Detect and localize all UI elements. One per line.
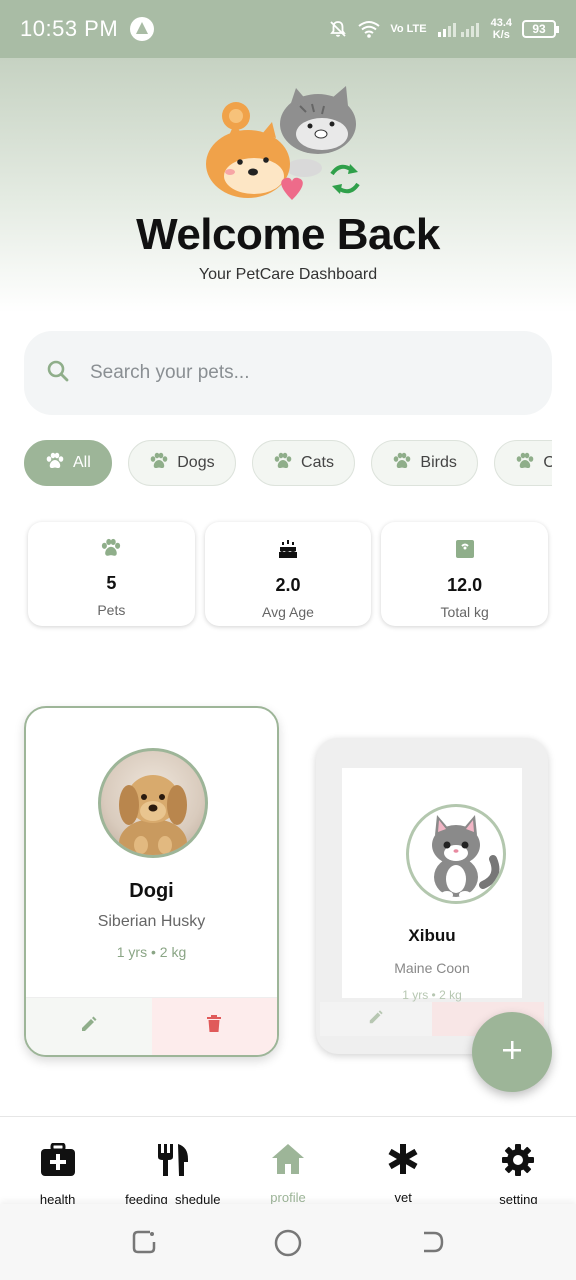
home-icon — [271, 1143, 305, 1180]
nav-label: profile — [270, 1190, 306, 1205]
plus-icon — [500, 1038, 524, 1067]
network-speed-unit: K/s — [492, 29, 510, 41]
paw-icon — [149, 452, 169, 475]
asterisk-icon — [387, 1143, 419, 1180]
paw-icon — [273, 452, 293, 475]
edit-button[interactable] — [320, 1002, 432, 1036]
network-speed: 43.4 K/s — [491, 17, 512, 41]
trash-icon — [206, 1015, 222, 1038]
gear-icon — [501, 1143, 535, 1182]
nav-item-feeding[interactable]: feeding_shedule — [115, 1117, 230, 1207]
pet-card-actions — [26, 997, 277, 1055]
pets-illustration — [206, 86, 360, 200]
paw-icon — [515, 452, 535, 475]
stat-label: Total kg — [440, 604, 489, 620]
nav-item-setting[interactable]: setting — [461, 1117, 576, 1207]
paw-icon — [100, 538, 122, 563]
nav-label: vet — [394, 1190, 412, 1205]
scale-icon — [454, 538, 476, 565]
stats-row: 5 Pets 2.0 Avg Age 12.0 Total kg — [28, 522, 549, 626]
pet-name: Dogi — [129, 880, 174, 902]
delete-button[interactable] — [151, 998, 277, 1055]
status-icons: Vo LTE 43.4 K/s 93 — [328, 17, 559, 41]
nav-item-profile[interactable]: profile — [230, 1117, 345, 1205]
pencil-icon — [80, 1015, 98, 1038]
filter-chip-others[interactable]: Oth — [494, 440, 552, 486]
add-pet-button[interactable] — [472, 1012, 552, 1092]
nav-item-vet[interactable]: vet — [346, 1117, 461, 1205]
filter-chip-label: Oth — [543, 454, 552, 471]
header: Welcome Back Your PetCare Dashboard — [0, 58, 576, 313]
medical-kit-icon — [40, 1142, 76, 1182]
filter-chip-cats[interactable]: Cats — [252, 440, 355, 486]
stat-label: Pets — [97, 602, 126, 618]
filter-chip-label: Dogs — [177, 454, 215, 471]
pet-card[interactable]: Dogi Siberian Husky 1 yrs • 2 kg — [24, 706, 279, 1057]
paw-icon — [45, 452, 65, 475]
search-input[interactable] — [90, 362, 490, 384]
pet-meta: 1 yrs • 2 kg — [402, 988, 462, 1002]
pet-avatar — [98, 748, 208, 858]
stat-card-avg-age: 2.0 Avg Age — [204, 522, 372, 626]
paw-icon — [392, 452, 412, 475]
pet-avatar — [406, 804, 506, 904]
search-icon — [46, 359, 70, 388]
filter-chip-label: Birds — [420, 454, 457, 471]
stat-card-total-kg: 12.0 Total kg — [381, 522, 549, 626]
cake-icon — [277, 538, 299, 565]
page-subtitle: Your PetCare Dashboard — [198, 266, 378, 283]
system-nav-bar — [0, 1204, 576, 1280]
stat-value: 2.0 — [275, 575, 301, 595]
pet-card[interactable]: Xibuu Maine Coon 1 yrs • 2 kg — [316, 738, 548, 1054]
pet-card-body: Xibuu Maine Coon 1 yrs • 2 kg — [342, 768, 522, 1002]
filter-chip-all[interactable]: All — [24, 440, 112, 486]
status-time: 10:53 PM — [20, 16, 119, 41]
home-button-icon[interactable] — [273, 1228, 303, 1263]
recents-icon[interactable] — [130, 1228, 158, 1261]
stat-value: 5 — [106, 573, 117, 593]
pet-name: Xibuu — [408, 926, 456, 945]
status-bar: 10:53 PM Vo LTE 43.4 K/s 93 — [0, 0, 576, 58]
filter-chip-label: All — [73, 454, 91, 471]
edit-button[interactable] — [26, 998, 152, 1055]
battery-icon: 93 — [522, 20, 559, 38]
pet-breed: Siberian Husky — [97, 913, 206, 930]
network-speed-value: 43.4 — [490, 17, 512, 29]
nav-item-health[interactable]: health — [0, 1117, 115, 1207]
filter-chip-birds[interactable]: Birds — [371, 440, 478, 486]
app-notification-icon — [130, 17, 155, 41]
page-title: Welcome Back — [136, 210, 440, 259]
stat-label: Avg Age — [262, 604, 314, 620]
filter-chips: All Dogs Cats Birds Oth — [24, 440, 552, 488]
pencil-icon — [368, 1009, 384, 1030]
volte-icon: Vo LTE — [390, 22, 427, 35]
fork-knife-icon — [156, 1143, 190, 1182]
stat-card-pets: 5 Pets — [28, 522, 195, 626]
mute-icon — [328, 19, 348, 39]
filter-chip-label: Cats — [301, 454, 334, 471]
bottom-nav: health feeding_shedule profile vet setti… — [0, 1116, 576, 1207]
stat-value: 12.0 — [447, 575, 483, 595]
wifi-icon — [358, 20, 380, 38]
back-icon[interactable] — [418, 1228, 446, 1261]
pet-meta: 1 yrs • 2 kg — [116, 944, 187, 960]
signal-icon — [437, 20, 481, 38]
pet-breed: Maine Coon — [394, 960, 470, 976]
filter-chip-dogs[interactable]: Dogs — [128, 440, 236, 486]
search-bar[interactable] — [24, 331, 552, 415]
